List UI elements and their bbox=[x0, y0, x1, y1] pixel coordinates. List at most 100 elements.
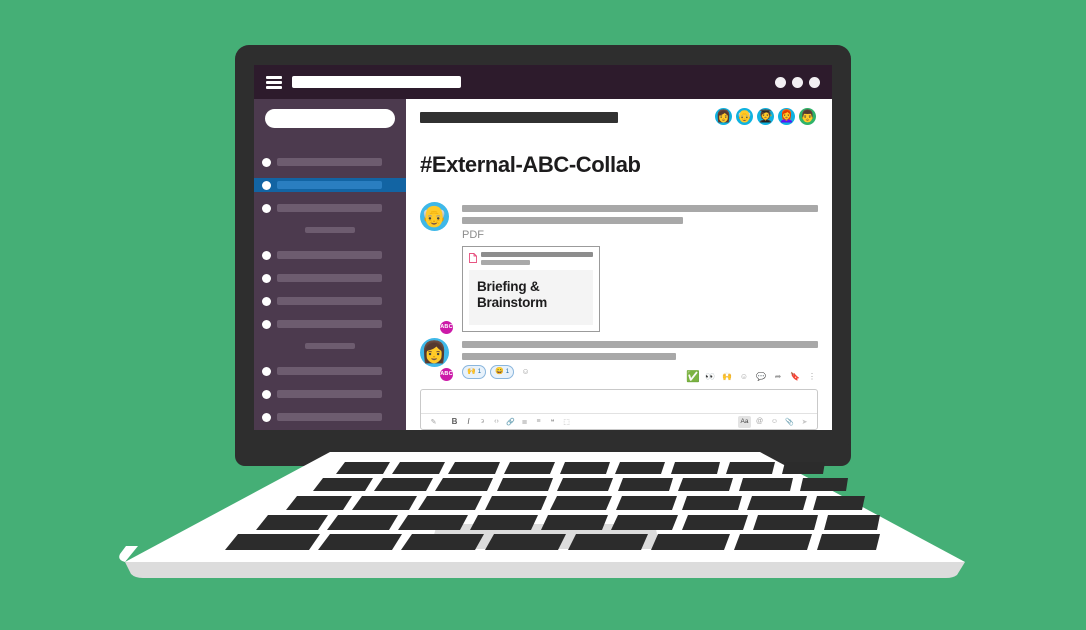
channel-dot-icon bbox=[262, 389, 271, 399]
reaction-count: 1 bbox=[505, 368, 510, 375]
channel-dot-icon bbox=[262, 180, 271, 190]
message-text-line bbox=[462, 217, 683, 225]
reply-in-thread-icon[interactable]: 💬 bbox=[755, 371, 767, 383]
raising-hands-reaction-icon[interactable]: 🙌 bbox=[721, 371, 733, 383]
member-avatar[interactable]: 🧑‍🎓 bbox=[757, 108, 774, 125]
sidebar-item-8[interactable] bbox=[254, 364, 406, 378]
laptop-screen: 👩 👴 🧑‍🎓 👩‍🦰 👨 #External-ABC-Collab bbox=[254, 65, 832, 430]
sidebar-item-label bbox=[277, 251, 382, 259]
add-reaction-icon[interactable]: ☺ bbox=[518, 365, 533, 379]
channel-dot-icon bbox=[262, 203, 271, 213]
strikethrough-button[interactable]: ϶ bbox=[476, 416, 489, 428]
message-hover-actions: ✅ 👀 🙌 ☺ 💬 ➦ 🔖 ⋮ bbox=[686, 371, 818, 383]
composer-toolbar: ✎ B I ϶ ‹› 🔗 ≣ ≡ ❝ ⬚ Aa @ ☺ 📎 ➤ bbox=[421, 413, 817, 429]
workspace-switcher[interactable] bbox=[265, 109, 395, 128]
message-input[interactable] bbox=[421, 390, 817, 413]
channel-dot-icon bbox=[262, 157, 271, 167]
smile-icon: 😄 bbox=[495, 368, 504, 375]
sidebar-item-1[interactable] bbox=[254, 155, 406, 169]
text-formatting-toggle[interactable]: Aa bbox=[738, 415, 751, 428]
channel-header: 👩 👴 🧑‍🎓 👩‍🦰 👨 bbox=[406, 99, 832, 125]
attachment-type-label: PDF bbox=[462, 229, 484, 242]
window-control-dot[interactable] bbox=[775, 76, 786, 88]
pdf-preview-thumbnail[interactable]: Briefing & Brainstorm bbox=[469, 270, 593, 325]
send-button[interactable]: ➤ bbox=[798, 416, 811, 428]
channel-dot-icon bbox=[262, 412, 271, 422]
pdf-attachment-card[interactable]: Briefing & Brainstorm bbox=[462, 246, 600, 332]
avatar[interactable]: 👴 bbox=[420, 202, 449, 232]
window-control-dot[interactable] bbox=[809, 76, 820, 88]
external-org-badge: ABC bbox=[439, 366, 454, 382]
bold-button[interactable]: B bbox=[448, 416, 461, 428]
sidebar-item-label bbox=[277, 204, 382, 212]
sidebar-item-10[interactable] bbox=[254, 410, 406, 424]
pdf-file-icon bbox=[469, 253, 477, 264]
mention-button[interactable]: @ bbox=[753, 416, 766, 428]
reaction-smile[interactable]: 😄 1 bbox=[490, 364, 515, 379]
member-avatar[interactable]: 👩‍🦰 bbox=[778, 108, 795, 125]
main-panel: 👩 👴 🧑‍🎓 👩‍🦰 👨 #External-ABC-Collab bbox=[406, 99, 832, 430]
sidebar-item-6[interactable] bbox=[254, 294, 406, 308]
composer-toolbar-right: Aa @ ☺ 📎 ➤ bbox=[738, 415, 811, 428]
formatting-icon[interactable]: ✎ bbox=[427, 416, 440, 428]
blockquote-button[interactable]: ❝ bbox=[546, 416, 559, 428]
sidebar-item-7[interactable] bbox=[254, 317, 406, 331]
eyes-reaction-icon[interactable]: 👀 bbox=[704, 371, 716, 383]
sidebar-item-label bbox=[277, 390, 382, 398]
sidebar-item-3[interactable] bbox=[254, 201, 406, 215]
sidebar-item-label bbox=[277, 367, 382, 375]
window-control-dot[interactable] bbox=[792, 76, 803, 88]
hamburger-menu-icon[interactable] bbox=[266, 75, 282, 89]
raising-hands-icon: 🙌 bbox=[467, 368, 476, 375]
member-avatar[interactable]: 👴 bbox=[736, 108, 753, 125]
attach-file-button[interactable]: 📎 bbox=[783, 416, 796, 428]
sidebar-item-4[interactable] bbox=[254, 248, 406, 262]
pdf-card-header bbox=[469, 252, 593, 266]
message-composer[interactable]: ✎ B I ϶ ‹› 🔗 ≣ ≡ ❝ ⬚ Aa @ ☺ 📎 ➤ bbox=[420, 389, 818, 430]
page-title: #External-ABC-Collab bbox=[420, 151, 641, 177]
avatar[interactable]: 👩 bbox=[420, 337, 449, 367]
code-block-button[interactable]: ⬚ bbox=[560, 416, 573, 428]
app-body: 👩 👴 🧑‍🎓 👩‍🦰 👨 #External-ABC-Collab bbox=[254, 99, 832, 430]
sidebar-item-2-selected[interactable] bbox=[254, 178, 406, 192]
emoji-button[interactable]: ☺ bbox=[768, 416, 781, 428]
save-message-icon[interactable]: 🔖 bbox=[789, 371, 801, 383]
pdf-filename-placeholder bbox=[481, 252, 593, 266]
white-check-mark-reaction-icon[interactable]: ✅ bbox=[686, 371, 700, 383]
more-actions-icon[interactable]: ⋮ bbox=[806, 371, 818, 383]
message-text-line bbox=[462, 340, 818, 348]
message-body: PDF Briefing & Brainstorm bbox=[462, 202, 818, 332]
sidebar-item-label bbox=[277, 274, 382, 282]
sidebar-section-divider bbox=[305, 343, 355, 349]
reaction-raising-hands[interactable]: 🙌 1 bbox=[462, 364, 487, 379]
illustration-scene: 👩 👴 🧑‍🎓 👩‍🦰 👨 #External-ABC-Collab bbox=[0, 0, 1086, 630]
member-avatar[interactable]: 👨 bbox=[799, 108, 816, 125]
external-org-badge: ABC bbox=[439, 319, 454, 335]
code-button[interactable]: ‹› bbox=[490, 416, 503, 428]
sidebar-item-5[interactable] bbox=[254, 271, 406, 285]
channel-header-bar bbox=[420, 112, 618, 123]
channel-members-list: 👩 👴 🧑‍🎓 👩‍🦰 👨 bbox=[715, 108, 818, 125]
channel-dot-icon bbox=[262, 296, 271, 306]
member-avatar[interactable]: 👩 bbox=[715, 108, 732, 125]
sidebar-item-label bbox=[277, 158, 382, 166]
message-item: 👩 ABC 🙌 1 😄 1 ☺ ✅ 👀 🙌 ☺ 💬 ➦ 🔖 ⋮ bbox=[420, 337, 818, 383]
italic-button[interactable]: I bbox=[462, 416, 475, 428]
share-message-icon[interactable]: ➦ bbox=[772, 371, 784, 383]
sidebar-item-label bbox=[277, 297, 382, 305]
bulleted-list-button[interactable]: ≡ bbox=[532, 416, 545, 428]
link-button[interactable]: 🔗 bbox=[504, 416, 517, 428]
search-input[interactable] bbox=[292, 76, 461, 88]
avatar-wrapper: 👴 ABC bbox=[420, 202, 454, 335]
ordered-list-button[interactable]: ≣ bbox=[518, 416, 531, 428]
avatar-wrapper: 👩 ABC bbox=[420, 337, 454, 382]
message-item: 👴 ABC PDF Briefing & Brainstorm bbox=[420, 202, 818, 335]
sidebar-section-divider bbox=[305, 227, 355, 233]
sidebar-item-9[interactable] bbox=[254, 387, 406, 401]
add-reaction-icon[interactable]: ☺ bbox=[738, 371, 750, 383]
message-text-line bbox=[462, 205, 818, 213]
sidebar-item-label bbox=[277, 413, 382, 421]
sidebar-item-label bbox=[277, 181, 382, 189]
message-text-line bbox=[462, 352, 676, 360]
sidebar-item-label bbox=[277, 320, 382, 328]
